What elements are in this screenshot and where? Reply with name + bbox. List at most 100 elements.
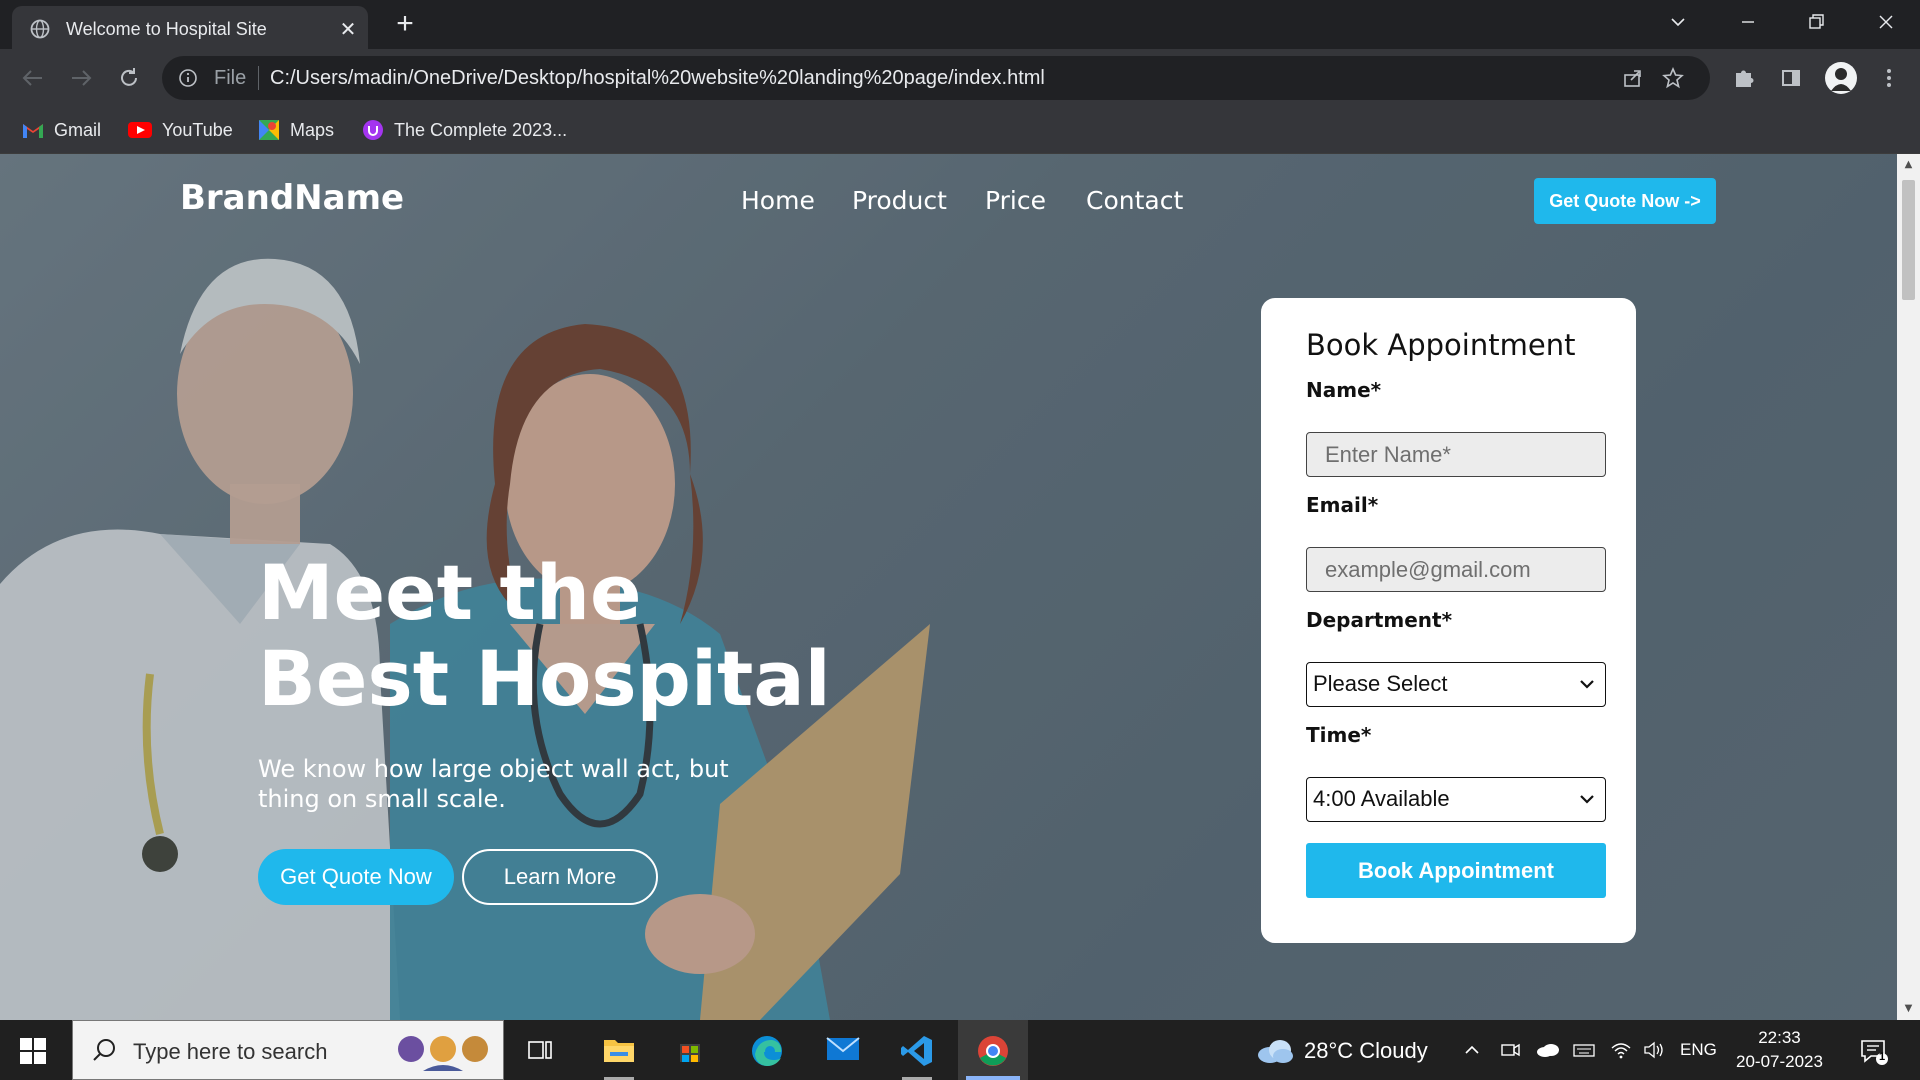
- chevron-down-icon: [1580, 680, 1594, 689]
- chevron-up-icon[interactable]: [1462, 1040, 1482, 1064]
- chrome-icon: [978, 1036, 1008, 1066]
- name-label: Name*: [1306, 378, 1382, 402]
- onedrive-icon[interactable]: [1536, 1040, 1560, 1064]
- tab-search-button[interactable]: [1648, 0, 1708, 44]
- email-input[interactable]: [1306, 547, 1606, 592]
- forward-arrow-icon[interactable]: [66, 63, 96, 93]
- time-selected-value: 4:00 Available: [1313, 786, 1450, 811]
- browser-toolbar: File C:/Users/madin/OneDrive/Desktop/hos…: [0, 49, 1920, 107]
- tab-title: Welcome to Hospital Site: [66, 19, 267, 39]
- learn-more-button[interactable]: Learn More: [462, 849, 658, 905]
- chrome-button[interactable]: [958, 1020, 1028, 1080]
- profile-avatar[interactable]: [1824, 61, 1857, 94]
- taskbar: Type here to search 28°C Cloudy ENG 22:3…: [0, 1020, 1920, 1080]
- globe-icon: [30, 19, 50, 39]
- brand-logo[interactable]: BrandName: [180, 178, 404, 218]
- vscode-icon: [901, 1036, 932, 1066]
- bookmark-label: YouTube: [162, 119, 233, 140]
- email-label: Email*: [1306, 493, 1379, 517]
- nav-price[interactable]: Price: [985, 186, 1046, 215]
- more-menu-icon[interactable]: [1874, 63, 1904, 93]
- department-label: Department*: [1306, 608, 1453, 632]
- scroll-thumb[interactable]: [1902, 180, 1915, 300]
- wifi-icon[interactable]: [1610, 1040, 1632, 1064]
- clock[interactable]: 22:33 20-07-2023: [1736, 1026, 1823, 1074]
- page-scrollbar[interactable]: ▲ ▼: [1897, 154, 1920, 1020]
- nav-contact[interactable]: Contact: [1086, 186, 1183, 215]
- url-scheme-label: File: [214, 67, 247, 89]
- browser-tab[interactable]: Welcome to Hospital Site ✕: [12, 6, 368, 49]
- minimize-button[interactable]: [1718, 0, 1778, 44]
- gmail-icon: [23, 124, 43, 138]
- windows-start-icon[interactable]: [20, 1038, 46, 1068]
- edge-icon: [752, 1036, 782, 1066]
- search-highlight-icon: [398, 1036, 488, 1071]
- time-label: Time*: [1306, 723, 1372, 747]
- weather-text: 28°C Cloudy: [1304, 1038, 1428, 1063]
- new-tab-button[interactable]: +: [390, 9, 420, 40]
- youtube-icon: [128, 122, 152, 138]
- chevron-down-icon: [1580, 795, 1594, 804]
- store-icon: [680, 1044, 700, 1062]
- address-bar[interactable]: File C:/Users/madin/OneDrive/Desktop/hos…: [162, 56, 1710, 100]
- bookmark-gmail[interactable]: Gmail: [22, 115, 101, 145]
- scroll-down-icon[interactable]: ▼: [1902, 1002, 1915, 1016]
- folder-icon: [604, 1040, 634, 1062]
- bookmark-maps[interactable]: Maps: [258, 115, 334, 145]
- department-selected-value: Please Select: [1313, 671, 1448, 696]
- divider: [258, 66, 259, 90]
- chevron-down-icon: [1671, 18, 1685, 27]
- taskbar-search-box[interactable]: Type here to search: [72, 1020, 504, 1080]
- appointment-card: Book Appointment Name* Email* Department…: [1261, 298, 1636, 943]
- volume-icon[interactable]: [1642, 1040, 1666, 1064]
- time-select[interactable]: 4:00 Available: [1306, 777, 1606, 822]
- page-viewport: BrandName Home Product Price Contact Get…: [0, 154, 1897, 1020]
- back-arrow-icon[interactable]: [18, 63, 48, 93]
- microsoft-store-button[interactable]: [656, 1020, 726, 1080]
- search-placeholder: Type here to search: [133, 1039, 328, 1064]
- nav-home[interactable]: Home: [741, 186, 815, 215]
- extensions-icon[interactable]: [1728, 63, 1758, 93]
- get-quote-top-button[interactable]: Get Quote Now ->: [1534, 178, 1716, 224]
- url-text[interactable]: C:/Users/madin/OneDrive/Desktop/hospital…: [270, 67, 1045, 90]
- notification-count: 1: [1879, 1051, 1886, 1063]
- clock-date: 20-07-2023: [1736, 1052, 1823, 1071]
- star-icon[interactable]: [1662, 66, 1684, 93]
- name-input[interactable]: [1306, 432, 1606, 477]
- maps-icon: [259, 120, 279, 140]
- info-icon[interactable]: [178, 68, 198, 92]
- book-appointment-button[interactable]: Book Appointment: [1306, 843, 1606, 898]
- bookmark-label: The Complete 2023...: [394, 119, 568, 140]
- task-view-button[interactable]: [506, 1020, 576, 1080]
- department-select[interactable]: Please Select: [1306, 662, 1606, 707]
- reload-icon[interactable]: [114, 63, 144, 93]
- get-quote-button[interactable]: Get Quote Now: [258, 849, 454, 905]
- minimize-icon: [1742, 21, 1754, 23]
- bookmarks-bar: Gmail YouTube Maps The Complete 2023...: [0, 107, 1920, 154]
- vscode-button[interactable]: [882, 1020, 952, 1080]
- bookmark-udemy[interactable]: The Complete 2023...: [362, 115, 567, 145]
- close-window-button[interactable]: [1856, 0, 1916, 44]
- keyboard-icon[interactable]: [1572, 1040, 1596, 1064]
- tab-close-icon[interactable]: ✕: [336, 17, 360, 41]
- hero-subtitle: We know how large object wall act, but t…: [258, 755, 729, 813]
- bookmark-youtube[interactable]: YouTube: [128, 115, 233, 145]
- language-indicator[interactable]: ENG: [1680, 1040, 1717, 1060]
- nav-product[interactable]: Product: [852, 186, 947, 215]
- weather-widget[interactable]: 28°C Cloudy: [1256, 1038, 1428, 1064]
- notification-icon[interactable]: 1: [1858, 1036, 1888, 1070]
- appointment-title: Book Appointment: [1306, 328, 1576, 362]
- cloud-icon: [1258, 1040, 1293, 1063]
- scroll-up-icon[interactable]: ▲: [1902, 158, 1915, 172]
- restore-icon: [1809, 14, 1824, 29]
- clock-time: 22:33: [1758, 1028, 1801, 1047]
- share-icon[interactable]: [1622, 67, 1644, 93]
- mail-icon: [826, 1037, 860, 1060]
- meet-now-icon[interactable]: [1500, 1040, 1520, 1064]
- side-panel-icon[interactable]: [1776, 63, 1806, 93]
- file-explorer-button[interactable]: [584, 1020, 654, 1080]
- udemy-icon: [363, 120, 383, 140]
- edge-button[interactable]: [732, 1020, 802, 1080]
- restore-button[interactable]: [1786, 0, 1846, 44]
- mail-button[interactable]: [808, 1020, 878, 1080]
